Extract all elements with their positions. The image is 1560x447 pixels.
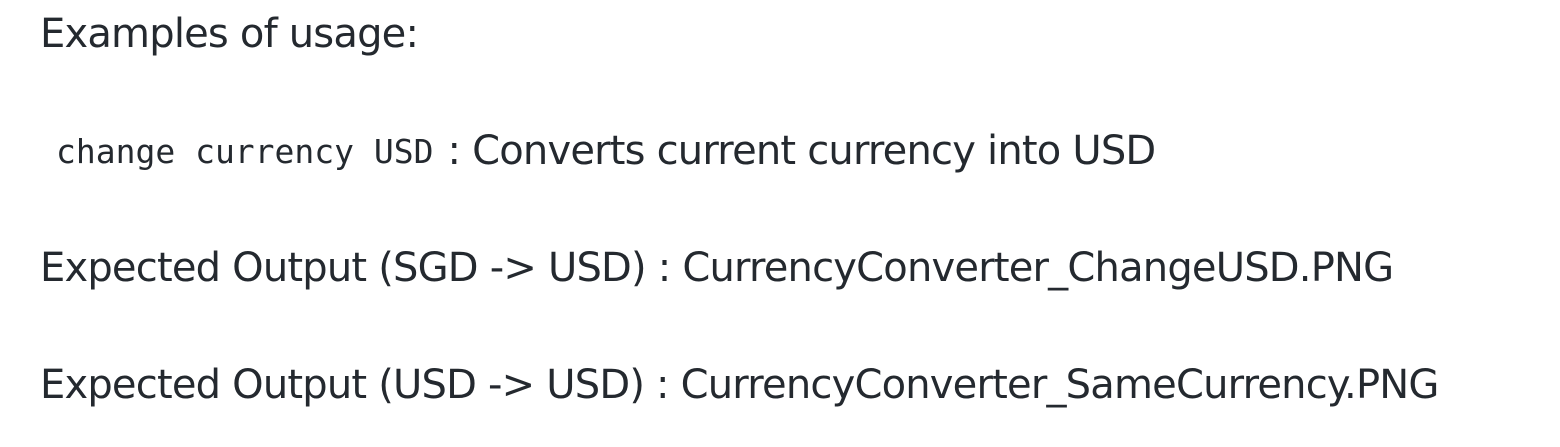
expected-output-line: Expected Output (USD -> USD) : CurrencyC… bbox=[40, 362, 1439, 408]
command-example-line: change currency USD : Converts current cu… bbox=[40, 127, 1157, 176]
expected-output-line: Expected Output (SGD -> USD) : CurrencyC… bbox=[40, 245, 1394, 291]
examples-heading: Examples of usage: bbox=[40, 11, 419, 57]
command-description: : Converts current currency into USD bbox=[447, 128, 1157, 174]
command-code: change currency USD bbox=[56, 132, 434, 171]
